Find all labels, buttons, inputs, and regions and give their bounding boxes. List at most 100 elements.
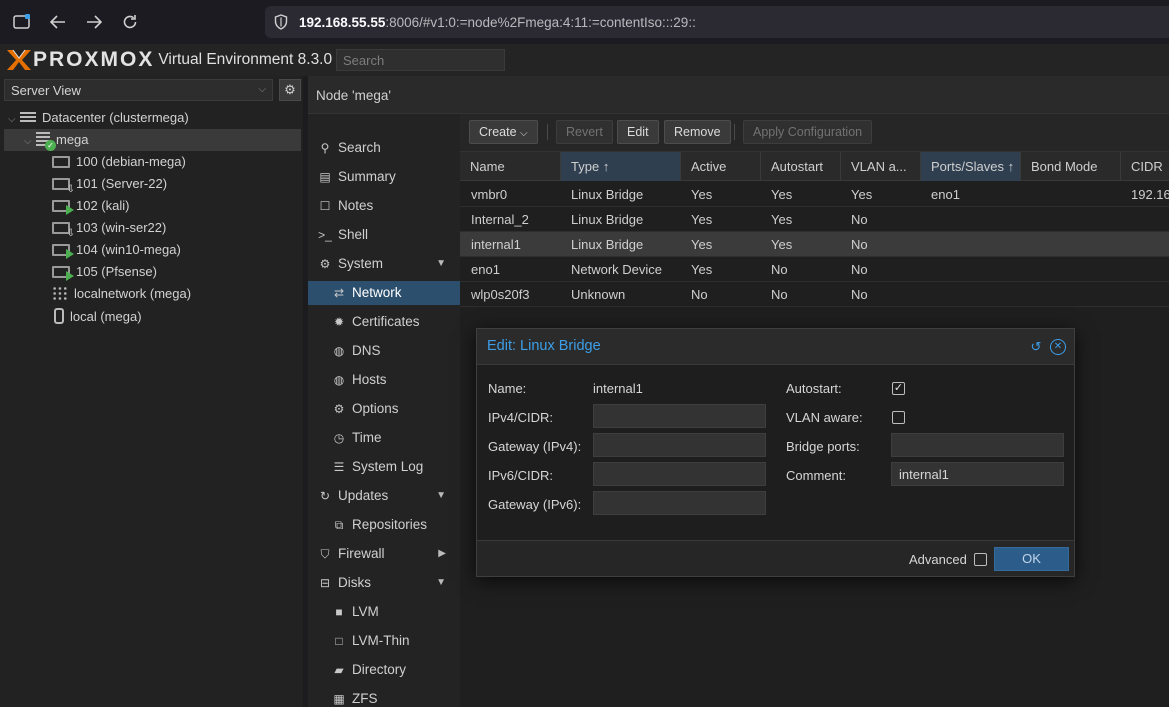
table-row[interactable]: eno1 Network Device Yes No No (460, 257, 1169, 282)
shield-icon (274, 14, 288, 30)
book-icon: ▤ (319, 170, 331, 184)
tree-item-label: local (mega) (70, 309, 142, 324)
vm-running-icon (52, 266, 74, 281)
nav-item-label: Notes (338, 198, 374, 213)
url-bar[interactable]: 192.168.55.55:8006/#v1:0:=node%2Fmega:4:… (265, 6, 1169, 38)
autostart-checkbox[interactable]: ✓ (892, 382, 905, 395)
table-row[interactable]: Internal_2 Linux Bridge Yes Yes No (460, 207, 1169, 232)
nav-item-directory[interactable]: ▰ Directory (308, 658, 460, 682)
view-select-value: Server View (11, 83, 81, 98)
edit-button[interactable]: Edit (617, 120, 659, 144)
nav-item-repositories[interactable]: ⧉ Repositories (308, 513, 460, 537)
nav-item-zfs[interactable]: ▦ ZFS (308, 687, 460, 707)
view-select[interactable]: Server View ⌵ (4, 79, 273, 101)
create-button-label: Create (479, 125, 517, 139)
vm-running-icon (52, 244, 74, 259)
nav-item-label: Time (352, 430, 382, 445)
table-row[interactable]: vmbr0 Linux Bridge Yes Yes Yes eno1 192.… (460, 182, 1169, 207)
hdd-icon: ⊟ (319, 576, 331, 590)
table-row[interactable]: wlp0s20f3 Unknown No No No (460, 282, 1169, 307)
tree-item-vm-101[interactable]: 101 (Server-22) (52, 173, 167, 195)
vlan-aware-checkbox[interactable] (892, 411, 905, 424)
nav-item-network[interactable]: ⇄ Network (308, 281, 460, 305)
tree-item-vm-105[interactable]: 105 (Pfsense) (52, 261, 157, 283)
dialog-body: Name: internal1 IPv4/CIDR: Gateway (IPv4… (477, 365, 1074, 541)
tree-item-datacenter[interactable]: ⌵ Datacenter (clustermega) (8, 107, 189, 129)
bridge-ports-input[interactable] (891, 433, 1064, 457)
settings-gear-button[interactable]: ⚙ (279, 79, 301, 101)
tree-item-sdn[interactable]: localnetwork (mega) (52, 283, 191, 305)
ipv4-cidr-input[interactable] (593, 404, 766, 428)
cell-vlan: No (851, 287, 868, 302)
column-header-active[interactable]: Active (681, 152, 761, 181)
ipv6-cidr-input[interactable] (593, 462, 766, 486)
tree-item-vm-102[interactable]: 102 (kali) (52, 195, 129, 217)
revert-button[interactable]: Revert (556, 120, 613, 144)
comment-input[interactable]: internal1 (891, 462, 1064, 486)
toolbar-separator (547, 124, 548, 140)
terminal-icon: >_ (318, 228, 332, 242)
vm-template-icon (52, 178, 75, 195)
node-title: Node 'mega' (308, 76, 1169, 114)
column-header-ports-slaves[interactable]: Ports/Slaves ↑ (921, 152, 1021, 181)
tree-item-storage-local[interactable]: local (mega) (54, 306, 142, 328)
back-icon[interactable] (48, 12, 68, 32)
advanced-checkbox[interactable] (974, 553, 987, 566)
nav-item-time[interactable]: ◷ Time (308, 426, 460, 450)
apply-configuration-button[interactable]: Apply Configuration (743, 120, 873, 144)
column-header-type[interactable]: Type ↑ (561, 152, 681, 181)
reset-icon[interactable]: ↺ (1028, 339, 1044, 355)
cell-type: Linux Bridge (571, 237, 644, 252)
browser-toolbar: 192.168.55.55:8006/#v1:0:=node%2Fmega:4:… (0, 0, 1169, 44)
chevron-down-icon: ⌵ (520, 128, 528, 139)
nav-item-options[interactable]: ⚙ Options (308, 397, 460, 421)
nav-item-label: Options (352, 401, 399, 416)
header-search-input[interactable]: Search (336, 49, 505, 71)
nav-item-lvm[interactable]: ■ LVM (308, 600, 460, 624)
close-icon[interactable]: ✕ (1050, 339, 1066, 355)
dialog-title: Edit: Linux Bridge (487, 338, 601, 354)
square-outline-icon: □ (335, 634, 343, 648)
nav-item-search[interactable]: ⚲ Search (308, 136, 460, 160)
nav-item-updates[interactable]: ↻ Updates ▼ (308, 484, 460, 508)
table-row-selected[interactable]: internal1 Linux Bridge Yes Yes No (460, 232, 1169, 257)
column-header-bond-mode[interactable]: Bond Mode (1021, 152, 1121, 181)
nav-item-label: Firewall (338, 546, 385, 561)
expand-icon[interactable]: ⌵ (8, 109, 20, 131)
gateway-ipv6-input[interactable] (593, 491, 766, 515)
tree-item-vm-103[interactable]: 103 (win-ser22) (52, 217, 166, 239)
nav-item-notes[interactable]: ☐ Notes (308, 194, 460, 218)
forward-icon[interactable] (84, 12, 104, 32)
column-header-cidr[interactable]: CIDR (1121, 152, 1169, 181)
column-header-name[interactable]: Name (460, 152, 561, 181)
tree-item-vm-104[interactable]: 104 (win10-mega) (52, 239, 181, 261)
sidebar-toggle-icon[interactable] (12, 12, 32, 32)
url-path: :8006/#v1:0:=node%2Fmega:4:11:=contentIs… (385, 14, 696, 30)
nav-item-lvm-thin[interactable]: □ LVM-Thin (308, 629, 460, 653)
nav-item-shell[interactable]: >_ Shell (308, 223, 460, 247)
tree-item-vm-100[interactable]: 100 (debian-mega) (52, 151, 186, 173)
nav-item-disks[interactable]: ⊟ Disks ▼ (308, 571, 460, 595)
reload-icon[interactable] (120, 12, 140, 32)
nav-item-label: System Log (352, 459, 424, 474)
ok-button[interactable]: OK (994, 547, 1069, 571)
proxmox-logo[interactable]: PROXMOX Virtual Environment 8.3.0 (5, 48, 332, 72)
clock-icon: ◷ (333, 431, 345, 445)
nav-item-dns[interactable]: ◍ DNS (308, 339, 460, 363)
gateway-ipv4-input[interactable] (593, 433, 766, 457)
nav-item-summary[interactable]: ▤ Summary (308, 165, 460, 189)
nav-item-system[interactable]: ⚙ System ▼ (308, 252, 460, 276)
nav-item-system-log[interactable]: ☰ System Log (308, 455, 460, 479)
remove-button[interactable]: Remove (664, 120, 731, 144)
create-button[interactable]: Create ⌵ (469, 120, 538, 144)
nav-item-firewall[interactable]: ⛉ Firewall ▶ (308, 542, 460, 566)
nav-item-certificates[interactable]: ✹ Certificates (308, 310, 460, 334)
ipv4-cidr-label: IPv4/CIDR: (488, 410, 554, 425)
expand-icon[interactable]: ⌵ (24, 131, 36, 153)
column-header-autostart[interactable]: Autostart (761, 152, 841, 181)
comment-label: Comment: (786, 468, 846, 483)
tree-item-node-mega[interactable]: ⌵ mega (4, 129, 301, 151)
network-toolbar: Create ⌵ Revert Edit Remove Apply Config… (460, 114, 1169, 152)
column-header-vlan-aware[interactable]: VLAN a... (841, 152, 921, 181)
nav-item-hosts[interactable]: ◍ Hosts (308, 368, 460, 392)
